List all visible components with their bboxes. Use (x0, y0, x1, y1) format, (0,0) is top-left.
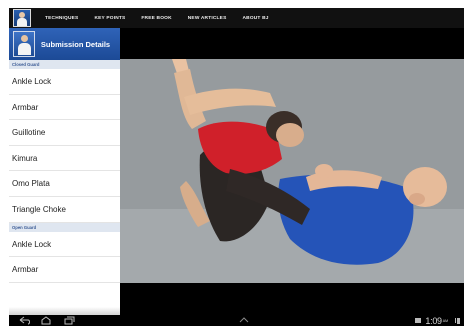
instructor-avatar-icon (13, 31, 35, 57)
technique-sidebar[interactable]: Submission Details Closed Guard Ankle Lo… (9, 28, 120, 315)
main-nav: TECHNIQUES KEY POINTS FREE BOOK NEW ARTI… (37, 16, 277, 21)
nav-techniques[interactable]: TECHNIQUES (37, 16, 86, 21)
top-navigation-bar: TECHNIQUES KEY POINTS FREE BOOK NEW ARTI… (9, 8, 464, 28)
list-item-ankle-lock[interactable]: Ankle Lock (9, 69, 120, 95)
section-header-closed-guard: Closed Guard (9, 60, 120, 69)
list-item-triangle-choke[interactable]: Triangle Choke (9, 197, 120, 223)
home-icon[interactable] (39, 316, 53, 325)
list-item-kimura[interactable]: Kimura (9, 146, 120, 172)
system-navigation-bar: 1:09 AM (9, 315, 464, 326)
sidebar-title: Submission Details (40, 39, 111, 49)
battery-icon (457, 317, 460, 324)
list-item-omo-plata[interactable]: Omo Plata (9, 171, 120, 197)
nav-new-articles[interactable]: NEW ARTICLES (180, 16, 235, 21)
video-player[interactable] (120, 28, 464, 315)
back-icon[interactable] (17, 316, 31, 325)
list-item-guillotine[interactable]: Guillotine (9, 120, 120, 146)
nav-free-book[interactable]: FREE BOOK (133, 16, 179, 21)
sidebar-scroll-fade (9, 307, 120, 315)
video-still-image (120, 59, 464, 283)
device-screen: TECHNIQUES KEY POINTS FREE BOOK NEW ARTI… (9, 8, 464, 326)
video-frame[interactable] (120, 59, 464, 283)
sidebar-header: Submission Details (9, 28, 120, 60)
list-item-armbar-open[interactable]: Armbar (9, 257, 120, 283)
wifi-signal-icon (450, 318, 456, 323)
nav-key-points[interactable]: KEY POINTS (86, 16, 133, 21)
section-header-open-guard: Open Guard (9, 222, 120, 232)
nav-about[interactable]: ABOUT BJ (234, 16, 276, 21)
notification-icon (415, 318, 422, 323)
clock-time: 1:09 (425, 315, 442, 326)
status-area: 1:09 AM (415, 315, 460, 326)
clock-ampm: AM (442, 318, 448, 323)
list-item-ankle-lock-open[interactable]: Ankle Lock (9, 232, 120, 258)
recent-apps-icon[interactable] (61, 316, 75, 325)
list-item-armbar[interactable]: Armbar (9, 95, 120, 121)
chevron-up-icon[interactable] (239, 316, 249, 324)
app-logo-icon[interactable] (13, 9, 31, 27)
